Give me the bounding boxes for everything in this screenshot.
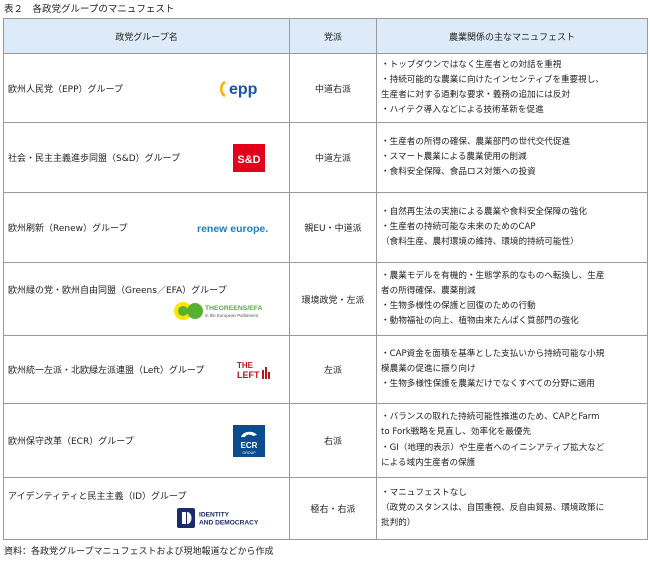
faction: 右派 [289,403,377,478]
header-faction: 党派 [289,18,377,54]
svg-text:ECR: ECR [241,441,258,450]
svg-text:GROUP: GROUP [242,451,256,455]
sd-logo: S&D [233,143,265,172]
svg-text:in the European Parliament: in the European Parliament [205,313,259,318]
svg-text:AND DEMOCRACY: AND DEMOCRACY [199,520,259,527]
table-row: 欧州刷新（Renew）グループ renew europe. 親EU・中道派 ・自… [3,192,648,263]
faction: 極右・右派 [289,477,377,540]
manifesto: ・CAP資金を面積を基準とした支払いから持続可能な小規 模農業の促進に振り向け … [376,335,648,404]
header-party-group: 政党グループ名 [3,18,290,54]
svg-text:IDENTITY: IDENTITY [199,512,230,519]
faction: 中道左派 [289,122,377,193]
svg-text:S&D: S&D [237,154,260,166]
table-row: 欧州統一左派・北欧緑左派連盟（Left）グループ THE LEFT 左派 ・CA… [3,335,648,404]
faction: 左派 [289,335,377,404]
party-name: アイデンティティと民主主義（ID）グループ [8,492,187,502]
manifesto: ・バランスの取れた持続可能性推進のため、CAPとFarm to Fork戦略を見… [376,403,648,478]
svg-text:renew europe.: renew europe. [197,223,268,235]
manifesto: ・自然再生法の実施による農業や食料安全保障の強化 ・生産者の持続可能な未来のため… [376,192,648,263]
manifesto: ・トップダウンではなく生産者との対話を重視 ・持続可能的な農業に向けたインセンテ… [376,53,648,123]
source-note: 資料：各政党グループマニュフェストおよび現地報道などから作成 [4,547,274,557]
renew-logo: renew europe. [197,221,277,235]
faction: 環境政党・左派 [289,262,377,336]
faction: 中道右派 [289,53,377,123]
table-caption: 表２ 各政党グループのマニュフェスト [4,4,175,15]
header-manifesto: 農業関係の主なマニュフェスト [376,18,648,54]
manifesto: ・マニュフェストなし （政党のスタンスは、自国重視、反自由貿易、環境政策に 批判… [376,477,648,540]
table-row: 欧州人民党（EPP）グループ epp 中道右派 ・トップダウンではなく生産者との… [3,53,648,123]
party-name: 欧州統一左派・北欧緑左派連盟（Left）グループ [8,366,205,376]
manifesto: ・農業モデルを有機的・生態学系的なものへ転換し、生産 者の所得確保、農薬削減 ・… [376,262,648,336]
table-row: 社会・民主主義進歩同盟（S&D）グループ S&D 中道左派 ・生産者の所得の確保… [3,122,648,193]
svg-text:epp: epp [229,81,258,98]
table-row: 欧州緑の党・欧州自由同盟（Greens／EFA）グループ THEGREENS/E… [3,262,648,336]
faction: 親EU・中道派 [289,192,377,263]
table-row: 欧州保守改革（ECR）グループ ECR GROUP 右派 ・バランスの取れた持続… [3,403,648,478]
svg-text:LEFT: LEFT [237,370,260,380]
header-row: 政党グループ名 党派 農業関係の主なマニュフェスト [3,18,648,54]
party-name: 欧州保守改革（ECR）グループ [8,437,134,447]
manifesto: ・生産者の所得の確保、農業部門の世代交代促進 ・スマート農業による農業使用の削減… [376,122,648,193]
id-logo: IDENTITY AND DEMOCRACY [177,508,269,528]
ecr-logo: ECR GROUP [233,424,265,457]
epp-logo: epp [219,76,271,100]
party-name: 欧州刷新（Renew）グループ [8,224,128,234]
left-logo: THE LEFT [235,358,275,382]
party-name: 欧州緑の党・欧州自由同盟（Greens／EFA）グループ [8,286,227,296]
svg-text:THE: THE [237,361,254,370]
party-name: 欧州人民党（EPP）グループ [8,84,124,95]
greens-logo: THEGREENS/EFA in the European Parliament [173,300,281,322]
manifesto-table: 政党グループ名 党派 農業関係の主なマニュフェスト 欧州人民党（EPP）グループ… [3,18,648,540]
svg-text:THEGREENS/EFA: THEGREENS/EFA [205,305,262,312]
table-row: アイデンティティと民主主義（ID）グループ IDENTITY AND DEMOC… [3,477,648,540]
party-name: 社会・民主主義進歩同盟（S&D）グループ [8,154,181,164]
